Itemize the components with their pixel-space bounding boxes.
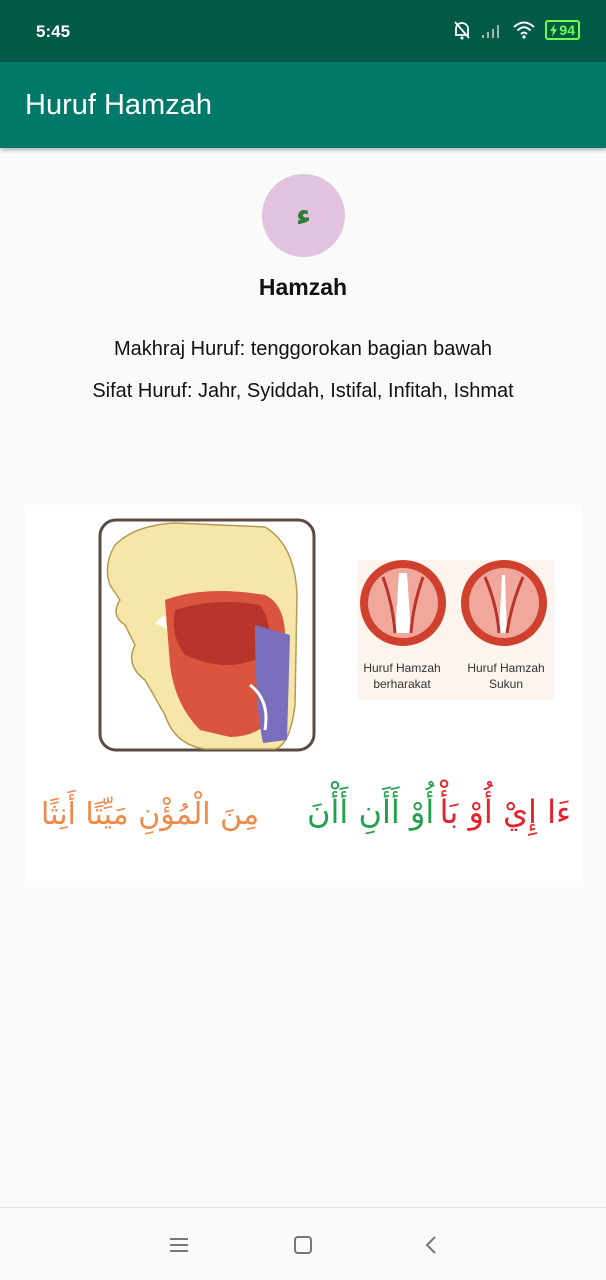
home-button[interactable] <box>290 1232 316 1258</box>
arabic-examples: مِنَ الْمُؤْنِ مَيِّتًا أَنِثًا أُوْ أَأ… <box>25 793 581 853</box>
battery-charging-icon: 94 <box>545 20 580 40</box>
makhraj-text: Makhraj Huruf: tenggorokan bagian bawah <box>113 338 493 360</box>
caption-sukun-line2: Sukun <box>488 677 524 691</box>
bell-off-icon <box>454 21 471 40</box>
caption-sukun-line1: Huruf Hamzah <box>467 661 545 675</box>
letter-avatar: ء <box>262 174 345 257</box>
arabic-example-orange: مِنَ الْمُؤْنِ مَيِّتًا أَنِثًا <box>41 797 260 832</box>
caption-berharakat-line1: Huruf Hamzah <box>363 661 441 675</box>
menu-icon <box>170 1238 188 1252</box>
app-bar: Huruf Hamzah <box>0 62 606 148</box>
home-square-icon <box>294 1236 312 1254</box>
signal-icon <box>482 25 500 38</box>
caption-berharakat-line2: berharakat <box>373 677 431 691</box>
caption-berharakat: Huruf Hamzah berharakat <box>352 660 452 692</box>
page-title: Huruf Hamzah <box>25 89 212 121</box>
arabic-example-red: ءَا إِيْ أُوْ بَأْ <box>439 793 571 831</box>
navigation-bar <box>0 1207 606 1280</box>
throat-anatomy-image <box>98 518 554 752</box>
letter-name: Hamzah <box>258 274 348 300</box>
sifat-text: Sifat Huruf: Jahr, Syiddah, Istifal, Inf… <box>92 380 514 402</box>
back-button[interactable] <box>418 1232 444 1258</box>
menu-button[interactable] <box>166 1232 192 1258</box>
makhraj-illustration: Huruf Hamzah berharakat Huruf Hamzah Suk… <box>25 505 581 881</box>
status-icons: 94 <box>453 20 580 40</box>
wifi-icon <box>513 21 536 39</box>
status-bar: 5:45 94 <box>0 0 606 62</box>
status-time: 5:45 <box>36 22 71 41</box>
arabic-example-green: أُوْ أَأَنِ أَأْنَ <box>307 793 435 831</box>
letter-glyph: ء <box>295 198 312 233</box>
back-chevron-icon <box>425 1236 436 1254</box>
caption-sukun: Huruf Hamzah Sukun <box>456 660 556 692</box>
battery-level: 94 <box>559 22 575 38</box>
